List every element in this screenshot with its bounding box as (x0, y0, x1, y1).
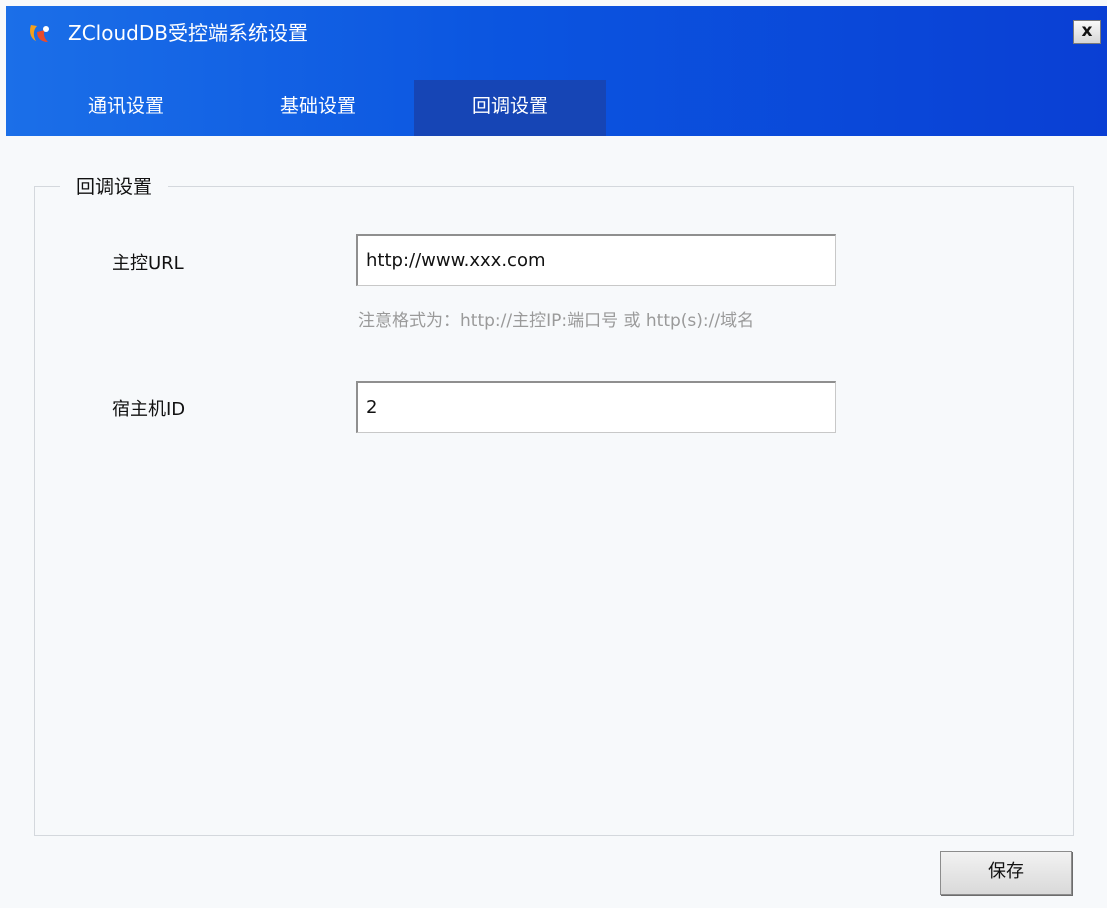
master-url-hint: 注意格式为：http://主控IP:端口号 或 http(s)://域名 (358, 311, 755, 331)
master-url-label: 主控URL (112, 253, 184, 274)
master-url-input[interactable] (356, 234, 836, 286)
window-title: ZCloudDB受控端系统设置 (68, 21, 308, 45)
host-id-label: 宿主机ID (112, 399, 186, 420)
app-logo-icon (30, 25, 49, 42)
tab-basic-settings[interactable]: 基础设置 (256, 80, 380, 136)
tab-communication-settings[interactable]: 通讯设置 (64, 80, 188, 136)
host-id-input[interactable] (356, 381, 836, 433)
save-button[interactable]: 保存 (940, 851, 1072, 895)
window-header: ZCloudDB受控端系统设置 x 通讯设置 基础设置 回调设置 (6, 6, 1107, 136)
tab-callback-settings[interactable]: 回调设置 (414, 80, 606, 136)
group-title: 回调设置 (60, 172, 169, 202)
close-button[interactable]: x (1073, 20, 1101, 44)
